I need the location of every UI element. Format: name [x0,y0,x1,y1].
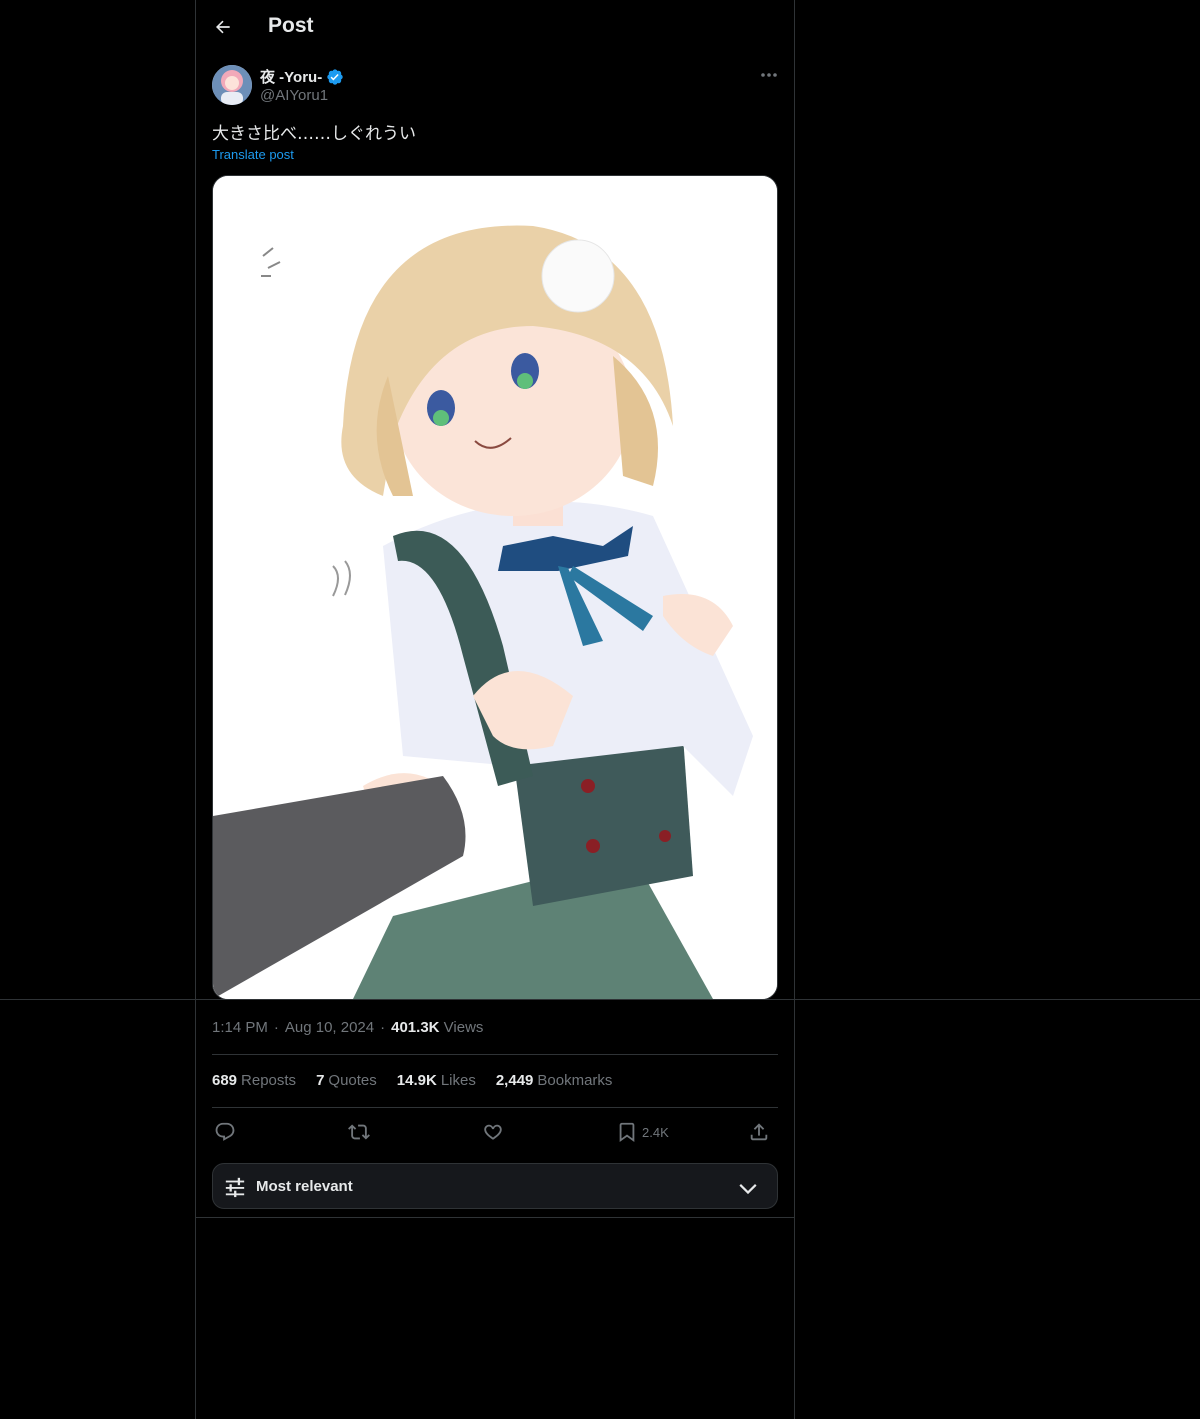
quotes-label: Quotes [328,1072,377,1089]
action-bar: 2.4K [212,1118,778,1148]
post-meta: 1:14 PM · Aug 10, 2024 · 401.3K Views [212,1019,483,1036]
anime-illustration [213,176,777,999]
like-button[interactable] [482,1118,504,1146]
quotes-count: 7 [316,1072,325,1089]
likes-stat[interactable]: 14.9K Likes [397,1072,476,1089]
likes-count: 14.9K [396,1072,437,1089]
author-name[interactable]: 夜 -Yoru- [260,66,344,87]
post-time[interactable]: 1:14 PM [212,1019,268,1036]
share-button[interactable] [748,1118,770,1146]
chevron-down-icon [739,1184,757,1195]
verified-badge-icon [326,68,344,86]
heart-icon [484,1124,502,1140]
arrow-left-icon [216,20,230,34]
share-icon [750,1123,768,1141]
bookmarks-count: 2,449 [495,1072,534,1089]
quotes-stat[interactable]: 7 Quotes [316,1072,377,1089]
author-handle[interactable]: @AIYoru1 [260,87,328,104]
reply-sort-dropdown[interactable]: Most relevant [212,1163,778,1209]
reply-icon [215,1122,235,1141]
bookmark-button[interactable]: 2.4K [616,1118,669,1146]
avatar-image [212,65,252,105]
post-stats: 689 Reposts 7 Quotes 14.9K Likes 2,449 Bookm… [212,1072,612,1089]
bookmark-count: 2.4K [642,1124,669,1140]
page-title: Post [268,14,314,37]
bookmark-icon [619,1122,635,1143]
more-dots-icon [761,73,777,77]
post-image[interactable] [212,175,778,1000]
post-text: 大きさ比べ……しぐれうい [212,124,416,144]
author-display-name: 夜 -Yoru- [260,69,323,86]
reposts-stat[interactable]: 689 Reposts [212,1072,296,1089]
repost-button[interactable] [348,1118,370,1146]
translate-post-link[interactable]: Translate post [212,147,294,162]
reply-button[interactable] [214,1118,236,1146]
back-button[interactable] [206,10,240,44]
avatar[interactable] [212,65,252,105]
divider-line [195,1217,795,1218]
divider [212,1107,778,1108]
likes-label: Likes [440,1072,476,1089]
bookmarks-stat[interactable]: 2,449 Bookmarks [496,1072,613,1089]
sliders-icon [225,1177,245,1198]
views-count: 401.3K [391,1019,440,1036]
post-date[interactable]: Aug 10, 2024 [285,1019,374,1036]
more-options-button[interactable] [756,64,782,86]
reposts-label: Reposts [241,1072,297,1089]
page: Post 夜 -Yoru- @AIYoru1 大きさ比べ……しぐれうい Tran… [0,0,1200,1419]
divider-line [0,999,1200,1000]
views-label: Views [443,1019,484,1036]
header: Post [196,0,794,54]
reposts-count: 689 [212,1072,238,1089]
sort-label: Most relevant [256,1178,353,1195]
main-column: Post 夜 -Yoru- @AIYoru1 大きさ比べ……しぐれうい Tran… [195,0,795,1419]
repost-icon [348,1124,370,1140]
bookmarks-label: Bookmarks [537,1072,613,1089]
meta-separator: · [380,1019,386,1036]
meta-separator: · [273,1019,279,1036]
divider [212,1054,778,1055]
